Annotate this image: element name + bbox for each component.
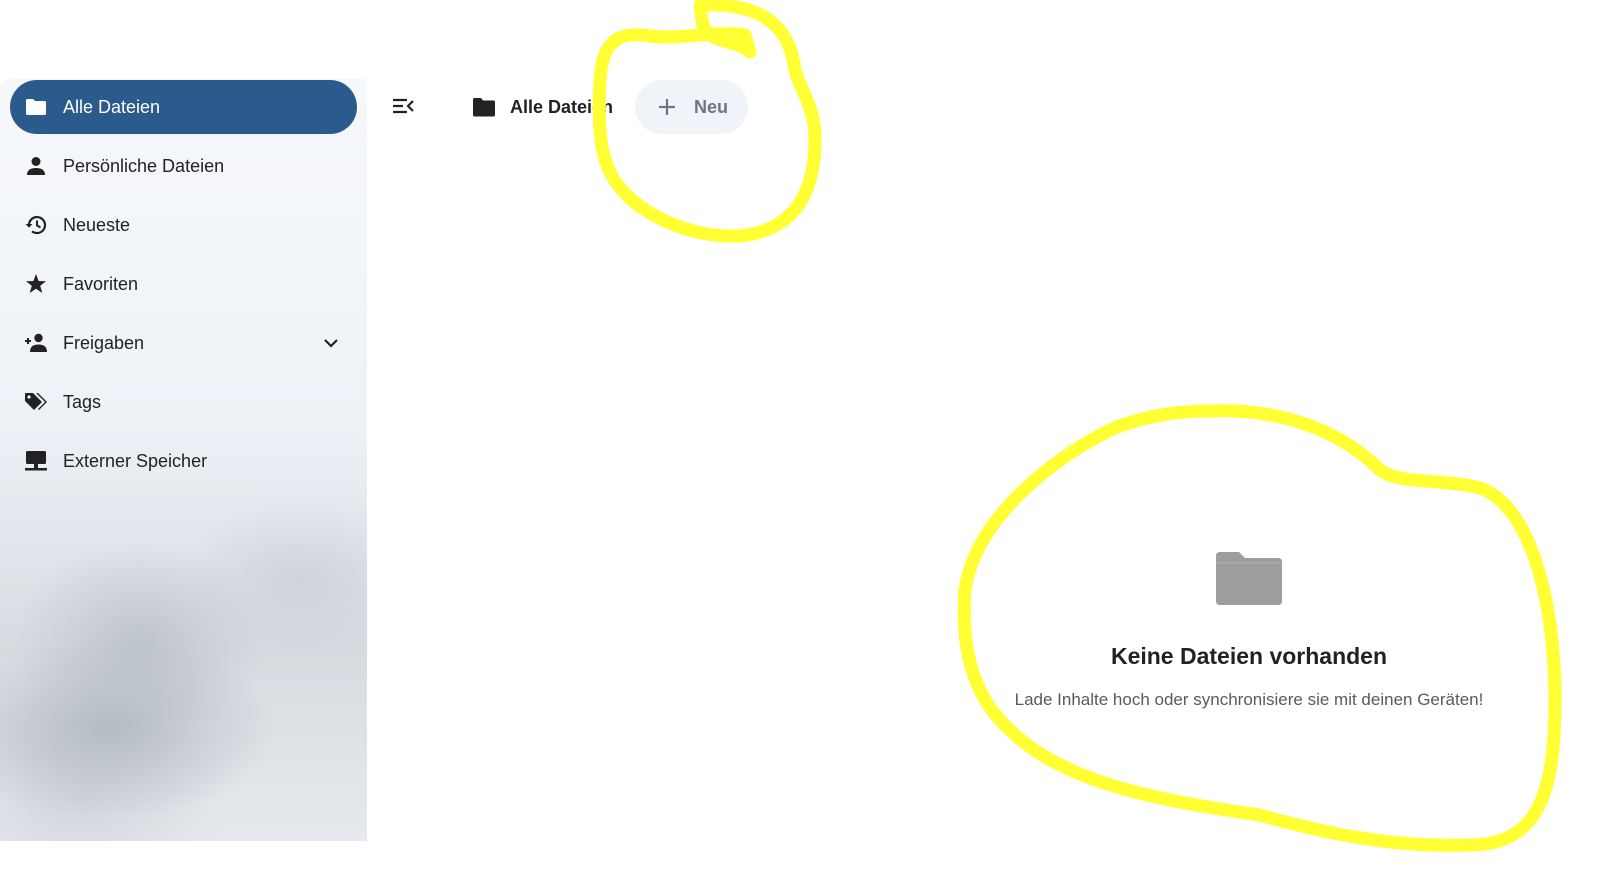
sidebar-item-shares[interactable]: Freigaben <box>10 316 357 370</box>
sidebar-item-all-files[interactable]: Alle Dateien <box>10 80 357 134</box>
history-icon <box>24 213 48 237</box>
plus-icon <box>657 97 677 117</box>
empty-folder-icon <box>1215 550 1283 606</box>
menu-toggle-button[interactable] <box>389 95 417 121</box>
sidebar-item-label: Neueste <box>63 215 131 235</box>
external-storage-icon <box>24 449 48 473</box>
sidebar-item-external-storage[interactable]: Externer Speicher <box>10 434 357 488</box>
star-icon <box>24 272 48 296</box>
sidebar-item-label: Persönliche Dateien <box>63 156 225 176</box>
tag-icon <box>24 390 48 414</box>
sidebar-item-recent[interactable]: Neueste <box>10 198 357 252</box>
empty-state-title: Keine Dateien vorhanden <box>1110 643 1388 669</box>
files-app: Alle Dateien Persönliche Dateien Neueste… <box>0 0 1605 869</box>
sidebar-item-label: Favoriten <box>63 274 139 294</box>
sidebar-item-label: Alle Dateien <box>63 97 161 117</box>
highlight-circle-empty-state <box>957 404 1562 852</box>
new-button-label: Neu <box>694 97 729 117</box>
new-button[interactable]: Neu <box>635 80 748 134</box>
sidebar-item-tags[interactable]: Tags <box>10 375 357 429</box>
share-person-icon <box>24 331 48 355</box>
person-icon <box>24 154 48 178</box>
empty-state-description: Lade Inhalte hoch oder synchronisiere si… <box>1014 690 1484 709</box>
sidebar-item-favorites[interactable]: Favoriten <box>10 257 357 311</box>
sidebar-item-personal-files[interactable]: Persönliche Dateien <box>10 139 357 193</box>
folder-icon <box>24 95 48 119</box>
sidebar-item-label: Externer Speicher <box>63 451 208 471</box>
breadcrumb-folder-icon <box>472 96 496 118</box>
sidebar-navigation: Alle Dateien Persönliche Dateien Neueste… <box>0 79 367 841</box>
breadcrumb-all-files[interactable]: Alle Dateien <box>510 95 613 119</box>
sidebar-item-label: Tags <box>63 392 102 412</box>
menu-collapse-icon <box>392 98 414 119</box>
sidebar-item-label: Freigaben <box>63 333 145 353</box>
chevron-down-icon[interactable] <box>321 333 341 353</box>
